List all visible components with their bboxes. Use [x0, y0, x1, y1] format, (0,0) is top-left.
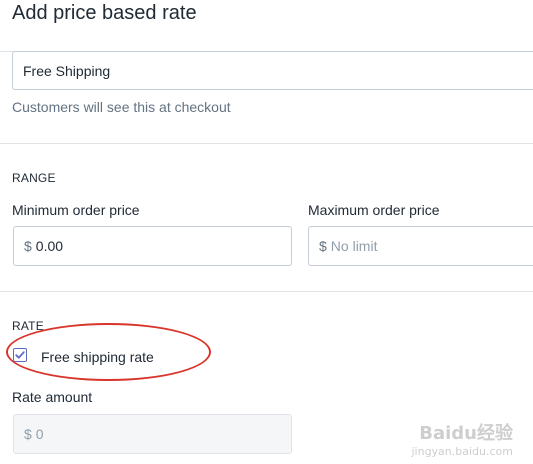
- rate-heading: RATE: [12, 319, 44, 333]
- free-shipping-label[interactable]: Free shipping rate: [41, 349, 154, 365]
- rate-name-value: Free Shipping: [23, 62, 111, 79]
- rate-amount-label: Rate amount: [12, 389, 93, 405]
- min-price-value: 0.00: [35, 238, 64, 254]
- min-order-price-input[interactable]: $ 0.00: [13, 226, 292, 266]
- max-price-currency-prefix: $: [319, 238, 327, 254]
- max-order-price-label: Maximum order price: [308, 202, 440, 218]
- rate-name-help-text: Customers will see this at checkout: [12, 99, 231, 115]
- checkmark-icon: [15, 351, 25, 359]
- watermark-brand: Baidu经验: [419, 423, 513, 444]
- min-order-price-label: Minimum order price: [12, 202, 140, 218]
- section-divider-rate: [0, 291, 533, 292]
- baidu-watermark: Baidu经验 jingyan.baidu.com: [411, 419, 513, 458]
- rate-name-input[interactable]: Free Shipping: [12, 51, 533, 90]
- rate-amount-input[interactable]: $ 0: [13, 414, 292, 454]
- max-price-placeholder: No limit: [330, 238, 378, 254]
- range-heading: RANGE: [12, 171, 56, 185]
- section-divider-range: [0, 143, 533, 144]
- min-price-currency-prefix: $: [24, 238, 32, 254]
- rate-amount-value: 0: [35, 426, 44, 442]
- rate-amount-currency-prefix: $: [24, 426, 32, 442]
- free-shipping-checkbox[interactable]: [13, 348, 27, 362]
- page-title: Add price based rate: [12, 2, 197, 24]
- watermark-url: jingyan.baidu.com: [411, 445, 513, 458]
- max-order-price-input[interactable]: $ No limit: [308, 226, 533, 266]
